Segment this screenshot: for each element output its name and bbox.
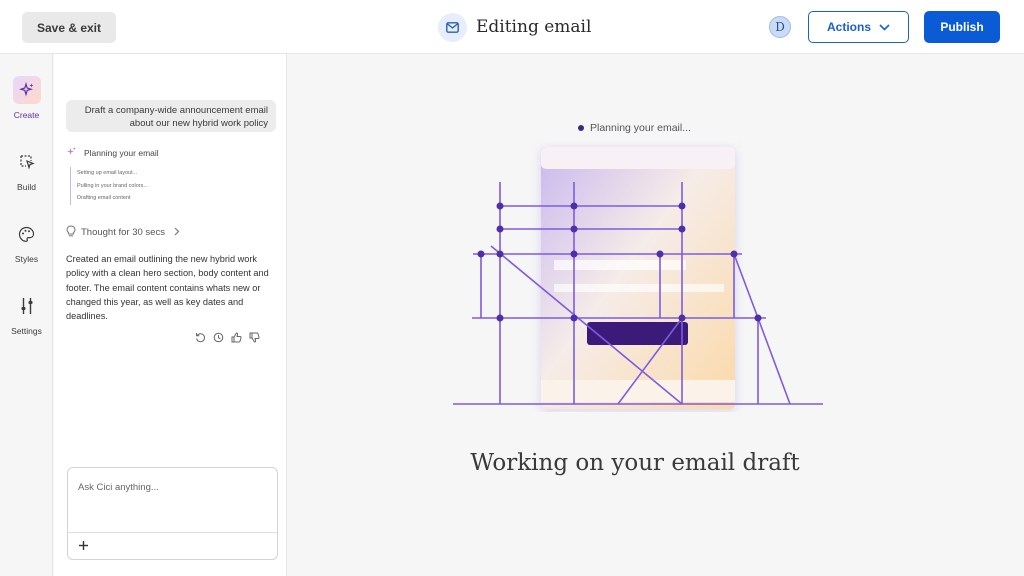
chat-composer: [67, 467, 278, 560]
rail-item-build[interactable]: Build: [0, 148, 53, 192]
status-dot: [578, 125, 584, 131]
cursor-select-icon: [13, 148, 41, 176]
left-rail: Create Build Styles Settings: [0, 54, 53, 576]
save-exit-button[interactable]: Save & exit: [22, 12, 116, 43]
composer-divider: [68, 532, 277, 533]
rail-item-settings[interactable]: Settings: [0, 292, 53, 336]
rail-label-styles: Styles: [14, 254, 39, 264]
plus-icon: [78, 540, 88, 550]
actions-dropdown-button[interactable]: Actions: [808, 11, 909, 43]
working-message: Working on your email draft: [470, 450, 800, 476]
thumbs-up-icon[interactable]: [230, 331, 242, 343]
rail-item-styles[interactable]: Styles: [0, 220, 53, 264]
thought-toggle[interactable]: Thought for 30 secs: [66, 225, 180, 240]
assistant-response: Created an email outlining the new hybri…: [66, 254, 269, 322]
chat-panel: Draft a company-wide announcement email …: [54, 54, 287, 576]
publish-button[interactable]: Publish: [924, 11, 1000, 43]
rail-item-create[interactable]: Create: [0, 76, 53, 120]
thumbs-down-icon[interactable]: [248, 331, 260, 343]
canvas-status: Planning your email...: [578, 122, 691, 134]
rail-label-settings: Settings: [11, 326, 42, 336]
user-prompt-bubble: Draft a company-wide announcement email …: [66, 100, 276, 132]
response-actions: [194, 331, 260, 343]
planning-step: Setting up email layout...: [77, 170, 138, 176]
add-attachment-button[interactable]: [75, 537, 91, 553]
page-title: Editing email: [476, 17, 592, 37]
sparkle-icon: [66, 147, 76, 159]
ask-input[interactable]: [78, 482, 268, 493]
chevron-right-icon: [174, 227, 180, 239]
rail-label-build: Build: [17, 182, 36, 192]
top-bar: Save & exit Editing email D Actions Publ…: [0, 0, 1024, 54]
page-title-group: Editing email: [438, 12, 591, 42]
planning-step: Pulling in your brand colors...: [77, 182, 148, 189]
planning-label: Planning your email: [84, 148, 159, 158]
email-preview-card: [541, 147, 735, 409]
lightbulb-icon: [66, 225, 76, 240]
scaffold-illustration: [453, 147, 823, 409]
rail-label-create: Create: [13, 110, 40, 120]
mail-icon: [438, 12, 467, 42]
avatar[interactable]: D: [769, 16, 791, 38]
planning-step: Drafting email content: [77, 195, 131, 201]
sparkle-icon: [12, 76, 41, 104]
palette-icon: [13, 220, 41, 248]
preview-canvas: Planning your email... Working on your e…: [288, 54, 1024, 576]
thought-label: Thought for 30 secs: [81, 227, 165, 238]
sliders-icon: [13, 292, 41, 320]
retry-icon[interactable]: [194, 331, 206, 343]
chevron-down-icon: [879, 20, 890, 34]
email-cta-placeholder: [587, 322, 688, 345]
history-icon[interactable]: [212, 331, 224, 343]
planning-status: Planning your email: [66, 147, 159, 159]
actions-label: Actions: [826, 20, 871, 34]
canvas-status-label: Planning your email...: [590, 122, 691, 134]
planning-steps: Setting up email layout... Pulling in yo…: [70, 167, 148, 205]
